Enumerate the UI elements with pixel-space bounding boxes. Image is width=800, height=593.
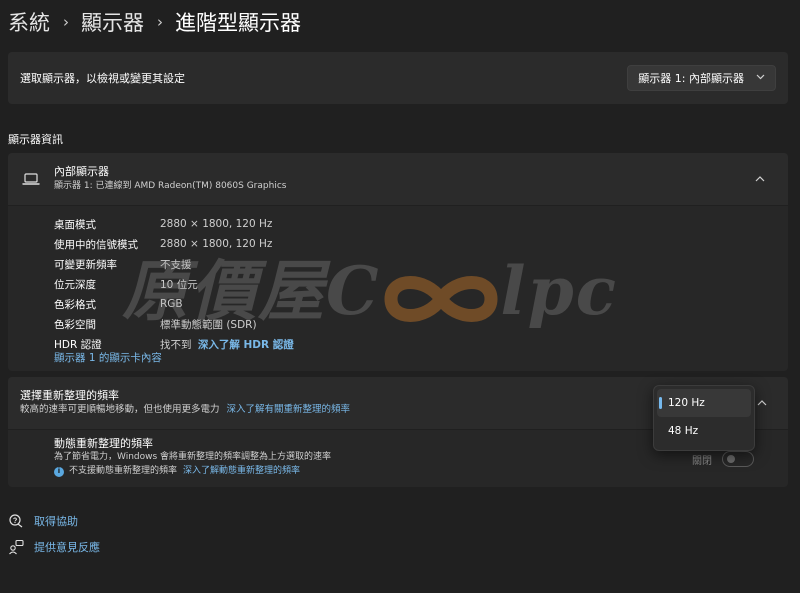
refresh-option-48hz[interactable]: 48 Hz	[657, 417, 751, 445]
refresh-option-label: 48 Hz	[668, 425, 699, 437]
info-row: 桌面模式 2880 × 1800, 120 Hz	[54, 214, 294, 234]
info-row: 色彩空間 標準動態範圍 (SDR)	[54, 314, 294, 334]
dynamic-refresh-note: i 不支援動態重新整理的頻率 深入了解動態重新整理的頻率	[54, 464, 331, 479]
info-value: 找不到 深入了解 HDR 認證	[160, 337, 294, 352]
display-info-table: 桌面模式 2880 × 1800, 120 Hz 使用中的信號模式 2880 ×…	[54, 214, 294, 354]
refresh-option-120hz[interactable]: 120 Hz	[657, 389, 751, 417]
feedback-icon	[8, 539, 24, 555]
info-value: 2880 × 1800, 120 Hz	[160, 238, 273, 250]
info-value: 不支援	[160, 258, 192, 271]
info-key: 色彩空間	[54, 318, 96, 331]
info-row: 使用中的信號模式 2880 × 1800, 120 Hz	[54, 234, 294, 254]
give-feedback-link[interactable]: 提供意見反應	[8, 539, 100, 555]
info-key: 位元深度	[54, 278, 96, 291]
collapse-display-info-button[interactable]	[746, 165, 774, 193]
breadcrumb-separator-icon: ›	[63, 13, 69, 31]
display-info-body: 桌面模式 2880 × 1800, 120 Hz 使用中的信號模式 2880 ×…	[8, 206, 788, 371]
dynamic-refresh-desc: 為了節省電力，Windows 會將重新整理的頻率調整為上方選取的速率	[54, 452, 332, 462]
info-value: 10 位元	[160, 278, 198, 291]
dynamic-refresh-toggle-group: 關閉	[692, 451, 754, 467]
chevron-up-icon	[757, 398, 767, 409]
dynamic-refresh-info: 動態重新整理的頻率 為了節省電力，Windows 會將重新整理的頻率調整為上方選…	[54, 437, 331, 479]
dynamic-refresh-title: 動態重新整理的頻率	[54, 437, 153, 450]
info-value: 標準動態範圍 (SDR)	[160, 318, 257, 331]
dynamic-refresh-learn-more-link[interactable]: 深入了解動態重新整理的頻率	[183, 464, 300, 479]
hdr-learn-more-link[interactable]: 深入了解 HDR 認證	[198, 339, 294, 351]
info-row: 位元深度 10 位元	[54, 274, 294, 294]
display-subtitle: 顯示器 1: 已連線到 AMD Radeon(TM) 8060S Graphic…	[54, 181, 287, 191]
refresh-rate-desc: 較高的速率可更順暢地移動，但也使用更多電力 深入了解有關重新整理的頻率	[20, 403, 748, 417]
refresh-rate-desc-text: 較高的速率可更順暢地移動，但也使用更多電力	[20, 404, 220, 415]
info-key: 使用中的信號模式	[54, 238, 138, 251]
display-select-dropdown[interactable]: 顯示器 1: 內部顯示器	[627, 65, 776, 91]
breadcrumb-display[interactable]: 顯示器	[81, 7, 144, 37]
section-title-display-info: 顯示器資訊	[8, 133, 63, 146]
dynamic-refresh-note-text: 不支援動態重新整理的頻率	[69, 466, 178, 476]
info-key: 色彩格式	[54, 298, 96, 311]
hdr-value: 找不到	[160, 338, 192, 351]
display-name: 內部顯示器	[54, 165, 109, 178]
refresh-rate-learn-more-link[interactable]: 深入了解有關重新整理的頻率	[227, 404, 351, 415]
give-feedback-label: 提供意見反應	[34, 541, 100, 554]
breadcrumb-separator-icon: ›	[157, 13, 163, 31]
get-help-label: 取得協助	[34, 515, 78, 528]
info-value: 2880 × 1800, 120 Hz	[160, 218, 273, 230]
select-display-card: 選取顯示器，以檢視或變更其設定 顯示器 1: 內部顯示器	[8, 52, 788, 104]
info-row: 可變更新頻率 不支援	[54, 254, 294, 274]
select-display-label: 選取顯示器，以檢視或變更其設定	[20, 72, 185, 85]
info-key: 可變更新頻率	[54, 258, 117, 271]
chevron-down-icon	[756, 73, 765, 83]
get-help-link[interactable]: 取得協助	[8, 513, 78, 529]
breadcrumb-system[interactable]: 系統	[8, 7, 50, 37]
display-info-header[interactable]: 內部顯示器 顯示器 1: 已連線到 AMD Radeon(TM) 8060S G…	[8, 153, 788, 205]
refresh-rate-title: 選擇重新整理的頻率	[20, 389, 119, 402]
breadcrumb: 系統 › 顯示器 › 進階型顯示器	[8, 6, 301, 38]
dynamic-refresh-toggle[interactable]	[722, 451, 754, 467]
info-icon: i	[54, 466, 64, 477]
toggle-knob	[727, 455, 735, 463]
refresh-rate-options-popup: 120 Hz 48 Hz	[653, 385, 755, 451]
adapter-properties-link[interactable]: 顯示器 1 的顯示卡內容	[54, 350, 162, 365]
help-chat-icon	[8, 513, 24, 529]
info-key: 桌面模式	[54, 218, 96, 231]
display-select-value: 顯示器 1: 內部顯示器	[638, 72, 744, 85]
laptop-icon	[22, 170, 40, 188]
page-title: 進階型顯示器	[175, 11, 301, 35]
chevron-up-icon	[755, 174, 765, 185]
toggle-state-label: 關閉	[692, 455, 712, 467]
info-value: RGB	[160, 298, 183, 310]
selected-indicator	[659, 397, 662, 409]
refresh-option-label: 120 Hz	[668, 397, 705, 409]
info-row: 色彩格式 RGB	[54, 294, 294, 314]
